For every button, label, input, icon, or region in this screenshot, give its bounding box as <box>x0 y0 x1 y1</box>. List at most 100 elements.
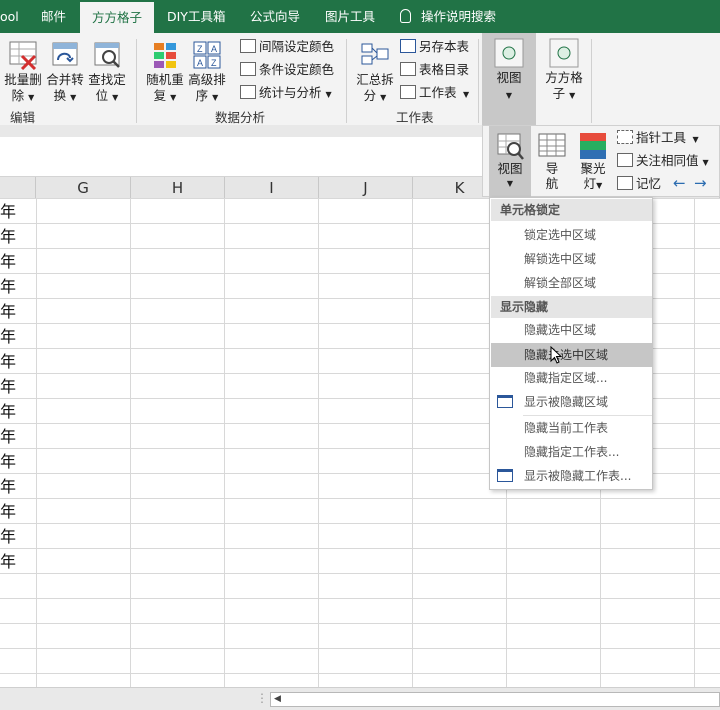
ribbon-tab-bar: ool 邮件 方方格子 DIY工具箱 公式向导 图片工具 操作说明搜索 <box>0 0 720 33</box>
memory-icon <box>617 176 633 190</box>
arrow-left-icon[interactable]: ← <box>673 174 686 192</box>
find-locate-button[interactable]: 查找定 位 ▼ <box>86 40 128 106</box>
cell-f[interactable]: 年 <box>0 374 16 399</box>
svg-text:A: A <box>211 44 217 54</box>
row-gridline <box>0 573 720 574</box>
menu-item-hide-unselected[interactable]: 隐藏未选中区域 <box>491 343 652 367</box>
column-header-f[interactable] <box>0 177 36 199</box>
tab-diy[interactable]: DIY工具箱 <box>167 0 225 33</box>
svg-text:A: A <box>197 58 203 68</box>
worksheet-button[interactable]: 工作表 ▼ <box>400 83 469 103</box>
menu-item-hide-selection[interactable]: 隐藏选中区域 <box>491 318 652 342</box>
ribbon: 批量删 除 ▼ 合并转 换 ▼ 查找定 位 ▼ 编辑 随机重 复 ▼ ZAAZ … <box>0 33 720 125</box>
spotlight-icon <box>578 131 608 161</box>
row-gridline <box>0 523 720 524</box>
menu-section-cell-lock: 单元格锁定 <box>491 199 652 221</box>
cell-f[interactable]: 年 <box>0 399 16 424</box>
random-repeat-button[interactable]: 随机重 复 ▼ <box>143 40 187 106</box>
fangfang-icon <box>549 38 579 68</box>
cell-f[interactable]: 年 <box>0 324 16 349</box>
merge-convert-icon <box>50 40 80 70</box>
menu-item-hide-specified-sheet[interactable]: 隐藏指定工作表... <box>491 440 652 464</box>
advanced-sort-button[interactable]: ZAAZ 高级排 序 ▼ <box>186 40 228 106</box>
summary-split-icon <box>360 40 390 70</box>
cell-f[interactable]: 年 <box>0 299 16 324</box>
focus-icon <box>617 153 633 167</box>
svg-text:Z: Z <box>211 58 217 68</box>
tab-fangfang[interactable]: 方方格子 <box>80 2 155 33</box>
cell-f[interactable]: 年 <box>0 549 16 574</box>
column-header-g[interactable]: G <box>36 177 131 199</box>
tab-formula-wizard[interactable]: 公式向导 <box>250 0 300 33</box>
tab-mail[interactable]: 邮件 <box>41 0 66 33</box>
cell-f[interactable]: 年 <box>0 199 16 224</box>
split-handle[interactable]: ⋮ <box>256 691 268 705</box>
cell-f[interactable]: 年 <box>0 224 16 249</box>
row-gridline <box>0 648 720 649</box>
menu-item-show-hidden-range[interactable]: 显示被隐藏区域 <box>491 390 652 414</box>
condition-color-icon <box>240 62 256 76</box>
group-label-edit: 编辑 <box>10 110 36 125</box>
cell-f[interactable]: 年 <box>0 474 16 499</box>
interval-color-button[interactable]: 间隔设定颜色 <box>240 37 334 57</box>
horizontal-scrollbar[interactable]: ◀ <box>270 692 720 707</box>
group-label-sheet: 工作表 <box>396 110 434 125</box>
merge-convert-button[interactable]: 合并转 换 ▼ <box>44 40 86 106</box>
batch-delete-icon <box>8 40 38 71</box>
tab-excel-tool[interactable]: ool <box>0 0 19 33</box>
condition-color-button[interactable]: 条件设定颜色 <box>240 60 334 80</box>
view-button[interactable]: 视图 ▼ <box>482 33 536 125</box>
table-catalog-button[interactable]: 表格目录 <box>400 60 469 80</box>
stats-analysis-button[interactable]: 统计与分析 ▼ <box>240 83 332 103</box>
pointer-tool-button[interactable]: 指针工具 ▼ <box>617 128 699 148</box>
menu-item-hide-current-sheet[interactable]: 隐藏当前工作表 <box>491 416 652 440</box>
menu-item-unlock-selection[interactable]: 解锁选中区域 <box>491 247 652 271</box>
tell-me-search[interactable]: 操作说明搜索 <box>400 0 496 33</box>
sort-az-icon: ZAAZ <box>192 40 222 70</box>
column-header-j[interactable]: J <box>319 177 413 199</box>
menu-item-show-hidden-sheets[interactable]: 显示被隐藏工作表... <box>491 464 652 488</box>
cell-f[interactable]: 年 <box>0 274 16 299</box>
spotlight-button[interactable]: 聚光 灯▼ <box>575 131 611 193</box>
arrow-right-icon[interactable]: → <box>694 174 707 192</box>
view-flyout-toolbar: 视图 ▼ 导 航 聚光 灯▼ 指针工具 ▼ 关注相同值 ▼ 记忆 ← → <box>482 125 720 197</box>
row-gridline <box>0 673 720 674</box>
worksheet-icon <box>400 85 416 99</box>
stats-icon <box>240 85 256 99</box>
scroll-left-icon[interactable]: ◀ <box>274 693 281 706</box>
window-icon <box>497 395 513 408</box>
memory-button[interactable]: 记忆 <box>617 174 661 194</box>
view-icon <box>494 38 524 68</box>
navigation-button[interactable]: 导 航 <box>535 131 569 191</box>
cell-f[interactable]: 年 <box>0 349 16 374</box>
column-header-h[interactable]: H <box>131 177 225 199</box>
menu-item-unlock-all[interactable]: 解锁全部区域 <box>491 271 652 295</box>
cell-f[interactable]: 年 <box>0 449 16 474</box>
magnifier-grid-icon <box>495 131 525 161</box>
row-gridline <box>0 598 720 599</box>
save-sheet-button[interactable]: 另存本表 <box>400 37 469 57</box>
sheet-scroll-area: ⋮ ◀ <box>0 687 720 710</box>
focus-same-value-button[interactable]: 关注相同值 ▼ <box>617 151 709 171</box>
cell-f[interactable]: 年 <box>0 424 16 449</box>
flyout-view-button[interactable]: 视图 ▼ <box>489 126 531 197</box>
summary-split-button[interactable]: 汇总拆 分 ▼ <box>354 40 396 106</box>
row-gridline <box>0 548 720 549</box>
grid-table-icon <box>537 131 567 161</box>
batch-delete-button[interactable]: 批量删 除 ▼ <box>2 40 44 106</box>
magnifier-grid-icon <box>92 40 122 70</box>
cell-f[interactable]: 年 <box>0 499 16 524</box>
menu-item-hide-specified[interactable]: 隐藏指定区域... <box>491 366 652 390</box>
menu-section-show-hide: 显示隐藏 <box>491 296 652 318</box>
save-icon <box>400 39 416 53</box>
tab-picture-tools[interactable]: 图片工具 <box>325 0 375 33</box>
pointer-icon <box>617 130 633 144</box>
cell-f[interactable]: 年 <box>0 524 16 549</box>
interval-color-icon <box>240 39 256 53</box>
fangfang-button[interactable]: 方方格 子 ▼ <box>540 38 588 104</box>
cell-f[interactable]: 年 <box>0 249 16 274</box>
menu-item-lock-selection[interactable]: 锁定选中区域 <box>491 223 652 247</box>
row-gridline <box>0 498 720 499</box>
catalog-icon <box>400 62 416 76</box>
column-header-i[interactable]: I <box>225 177 319 199</box>
